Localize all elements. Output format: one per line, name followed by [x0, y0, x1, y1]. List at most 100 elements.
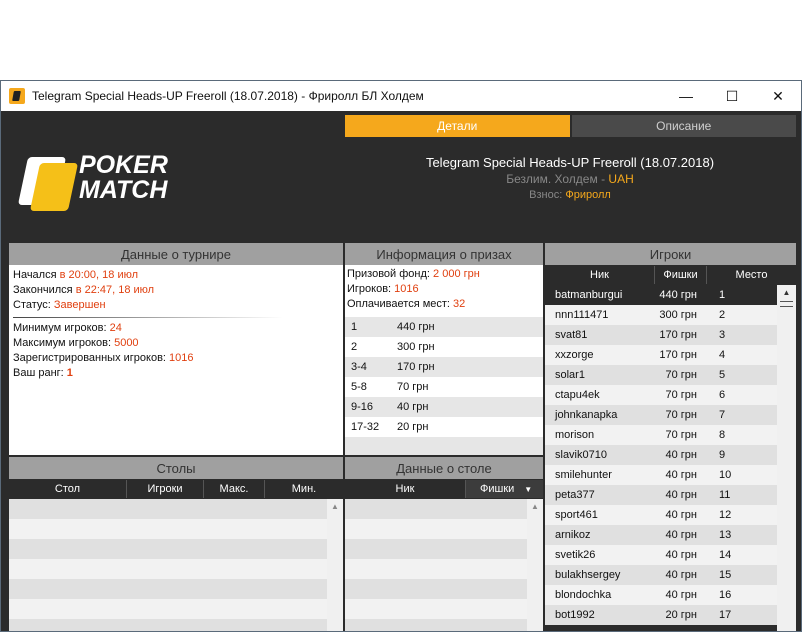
player-row[interactable]: ctapu4ek 70 грн 6 [545, 385, 777, 405]
prize-amount: 70 грн [397, 381, 429, 393]
prize-row-empty [345, 437, 543, 455]
started-row: Начался в 20:00, 18 июл [13, 268, 339, 283]
col-player-nick[interactable]: Ник [545, 266, 655, 284]
tournament-window: Telegram Special Heads-UP Freeroll (18.0… [0, 80, 802, 632]
minimize-button[interactable]: — [663, 81, 709, 111]
player-chips: 40 грн [665, 549, 698, 561]
paid-places-row: Оплачивается мест: 32 [347, 297, 541, 312]
player-place: 11 [719, 489, 731, 501]
player-nick: batmanburgui [555, 289, 623, 301]
scroll-up-icon[interactable]: ▲ [777, 285, 796, 299]
prize-place: 5-8 [351, 381, 367, 393]
table-data-row [345, 599, 527, 619]
tab-description[interactable]: Описание [571, 115, 796, 137]
prize-place: 17-32 [351, 421, 380, 433]
prize-row: 9-16 40 грн [345, 397, 543, 417]
players-list[interactable]: batmanburgui 440 грн 1 nnn111471 300 грн 2 sva… [545, 285, 777, 631]
col-min[interactable]: Мин. [265, 480, 343, 498]
player-nick: bulakhsergey [555, 569, 621, 581]
table-data-column-header: Ник Фишки ▼ [345, 480, 543, 498]
tournament-name: Telegram Special Heads-UP Freeroll (18.0… [425, 155, 715, 170]
close-button[interactable]: ✕ [755, 81, 801, 111]
max-players-row: Максимум игроков: 5000 [13, 336, 339, 351]
player-nick: ctapu4ek [555, 389, 600, 401]
player-row[interactable]: svat81 170 грн 3 [545, 325, 777, 345]
player-row[interactable]: nnn111471 300 грн 2 [545, 305, 777, 325]
tournament-data-header: Данные о турнире [9, 243, 343, 265]
player-row[interactable]: johnkanapka 70 грн 7 [545, 405, 777, 425]
col-table[interactable]: Стол [9, 480, 127, 498]
player-row[interactable]: blondochka 40 грн 16 [545, 585, 777, 605]
player-row[interactable]: arnikoz 40 грн 13 [545, 525, 777, 545]
player-place: 9 [719, 449, 726, 461]
player-row[interactable]: batmanburgui 440 грн 1 [545, 285, 777, 305]
fund-value: 2 000 грн [433, 268, 480, 280]
buyin-label: Взнос: [529, 189, 566, 201]
maximize-button[interactable]: ☐ [709, 81, 755, 111]
player-chips: 20 грн [665, 609, 698, 621]
player-chips: 70 грн [665, 429, 698, 441]
table-data-scrollbar[interactable]: ▲ [527, 499, 543, 631]
col-player-place[interactable]: Место [707, 266, 796, 284]
tournament-data-panel: Начался в 20:00, 18 июл Закончился в 22:… [9, 265, 343, 455]
player-row[interactable]: smilehunter 40 грн 10 [545, 465, 777, 485]
status-row: Статус: Завершен [13, 298, 339, 313]
player-nick: smilehunter [555, 469, 612, 481]
player-row[interactable]: bulakhsergey 40 грн 15 [545, 565, 777, 585]
col-player-chips[interactable]: Фишки [655, 266, 707, 284]
sort-down-icon[interactable]: ▼ [524, 485, 532, 494]
tables-list[interactable] [9, 499, 327, 631]
scroll-up-icon[interactable]: ▲ [327, 499, 343, 513]
divider [13, 317, 283, 318]
col-chips[interactable]: Фишки ▼ [466, 480, 543, 498]
player-row[interactable]: bot1992 20 грн 17 [545, 605, 777, 625]
prize-amount: 20 грн [397, 421, 429, 433]
prize-info-header: Информация о призах [345, 243, 543, 265]
prize-players-row: Игроков: 1016 [347, 282, 541, 297]
player-nick: blondochka [555, 589, 612, 601]
player-row[interactable]: solar1 70 грн 5 [545, 365, 777, 385]
player-chips: 170 грн [659, 329, 697, 341]
fund-label: Призовой фонд: [347, 268, 434, 280]
player-nick: svetik26 [555, 549, 596, 561]
player-chips: 170 грн [659, 349, 697, 361]
registered-row: Зарегистрированных игроков: 1016 [13, 351, 339, 366]
players-header: Игроки [545, 243, 796, 265]
col-players[interactable]: Игроки [127, 480, 204, 498]
player-row[interactable]: morison 70 грн 8 [545, 425, 777, 445]
scroll-thumb[interactable] [780, 301, 793, 307]
prize-place: 1 [351, 321, 358, 333]
prize-place: 2 [351, 341, 358, 353]
title-bar[interactable]: Telegram Special Heads-UP Freeroll (18.0… [1, 81, 801, 111]
player-place: 4 [719, 349, 726, 361]
player-chips: 70 грн [665, 389, 698, 401]
players-scrollbar[interactable]: ▲ [777, 285, 796, 631]
tables-scrollbar[interactable]: ▲ [327, 499, 343, 631]
window-title: Telegram Special Heads-UP Freeroll (18.0… [32, 89, 424, 103]
player-row[interactable]: peta377 40 грн 11 [545, 485, 777, 505]
table-data-list[interactable] [345, 499, 527, 631]
table-row [9, 519, 327, 539]
started-label: Начался [13, 269, 60, 281]
player-chips: 40 грн [665, 569, 698, 581]
rank-label: Ваш ранг: [13, 367, 67, 379]
tab-bar: Детали Описание [345, 115, 796, 137]
player-row[interactable]: slavik0710 40 грн 9 [545, 445, 777, 465]
tab-details[interactable]: Детали [345, 115, 570, 137]
col-nick[interactable]: Ник [345, 480, 466, 498]
col-max[interactable]: Макс. [204, 480, 265, 498]
scroll-up-icon[interactable]: ▲ [527, 499, 543, 513]
player-chips: 40 грн [665, 469, 698, 481]
logo-line2: MATCH [79, 176, 168, 204]
player-nick: nnn111471 [555, 309, 609, 321]
player-row[interactable]: svetik26 40 грн 14 [545, 545, 777, 565]
paid-label: Оплачивается мест: [347, 298, 454, 310]
player-row[interactable]: sport461 40 грн 12 [545, 505, 777, 525]
prize-row: 3-4 170 грн [345, 357, 543, 377]
status-label: Статус: [13, 299, 54, 311]
min-value: 24 [109, 322, 122, 334]
ended-label: Закончился [13, 284, 76, 296]
pokermatch-logo: POKER MATCH [17, 151, 183, 211]
max-label: Максимум игроков: [13, 337, 115, 349]
player-row[interactable]: xxzorge 170 грн 4 [545, 345, 777, 365]
